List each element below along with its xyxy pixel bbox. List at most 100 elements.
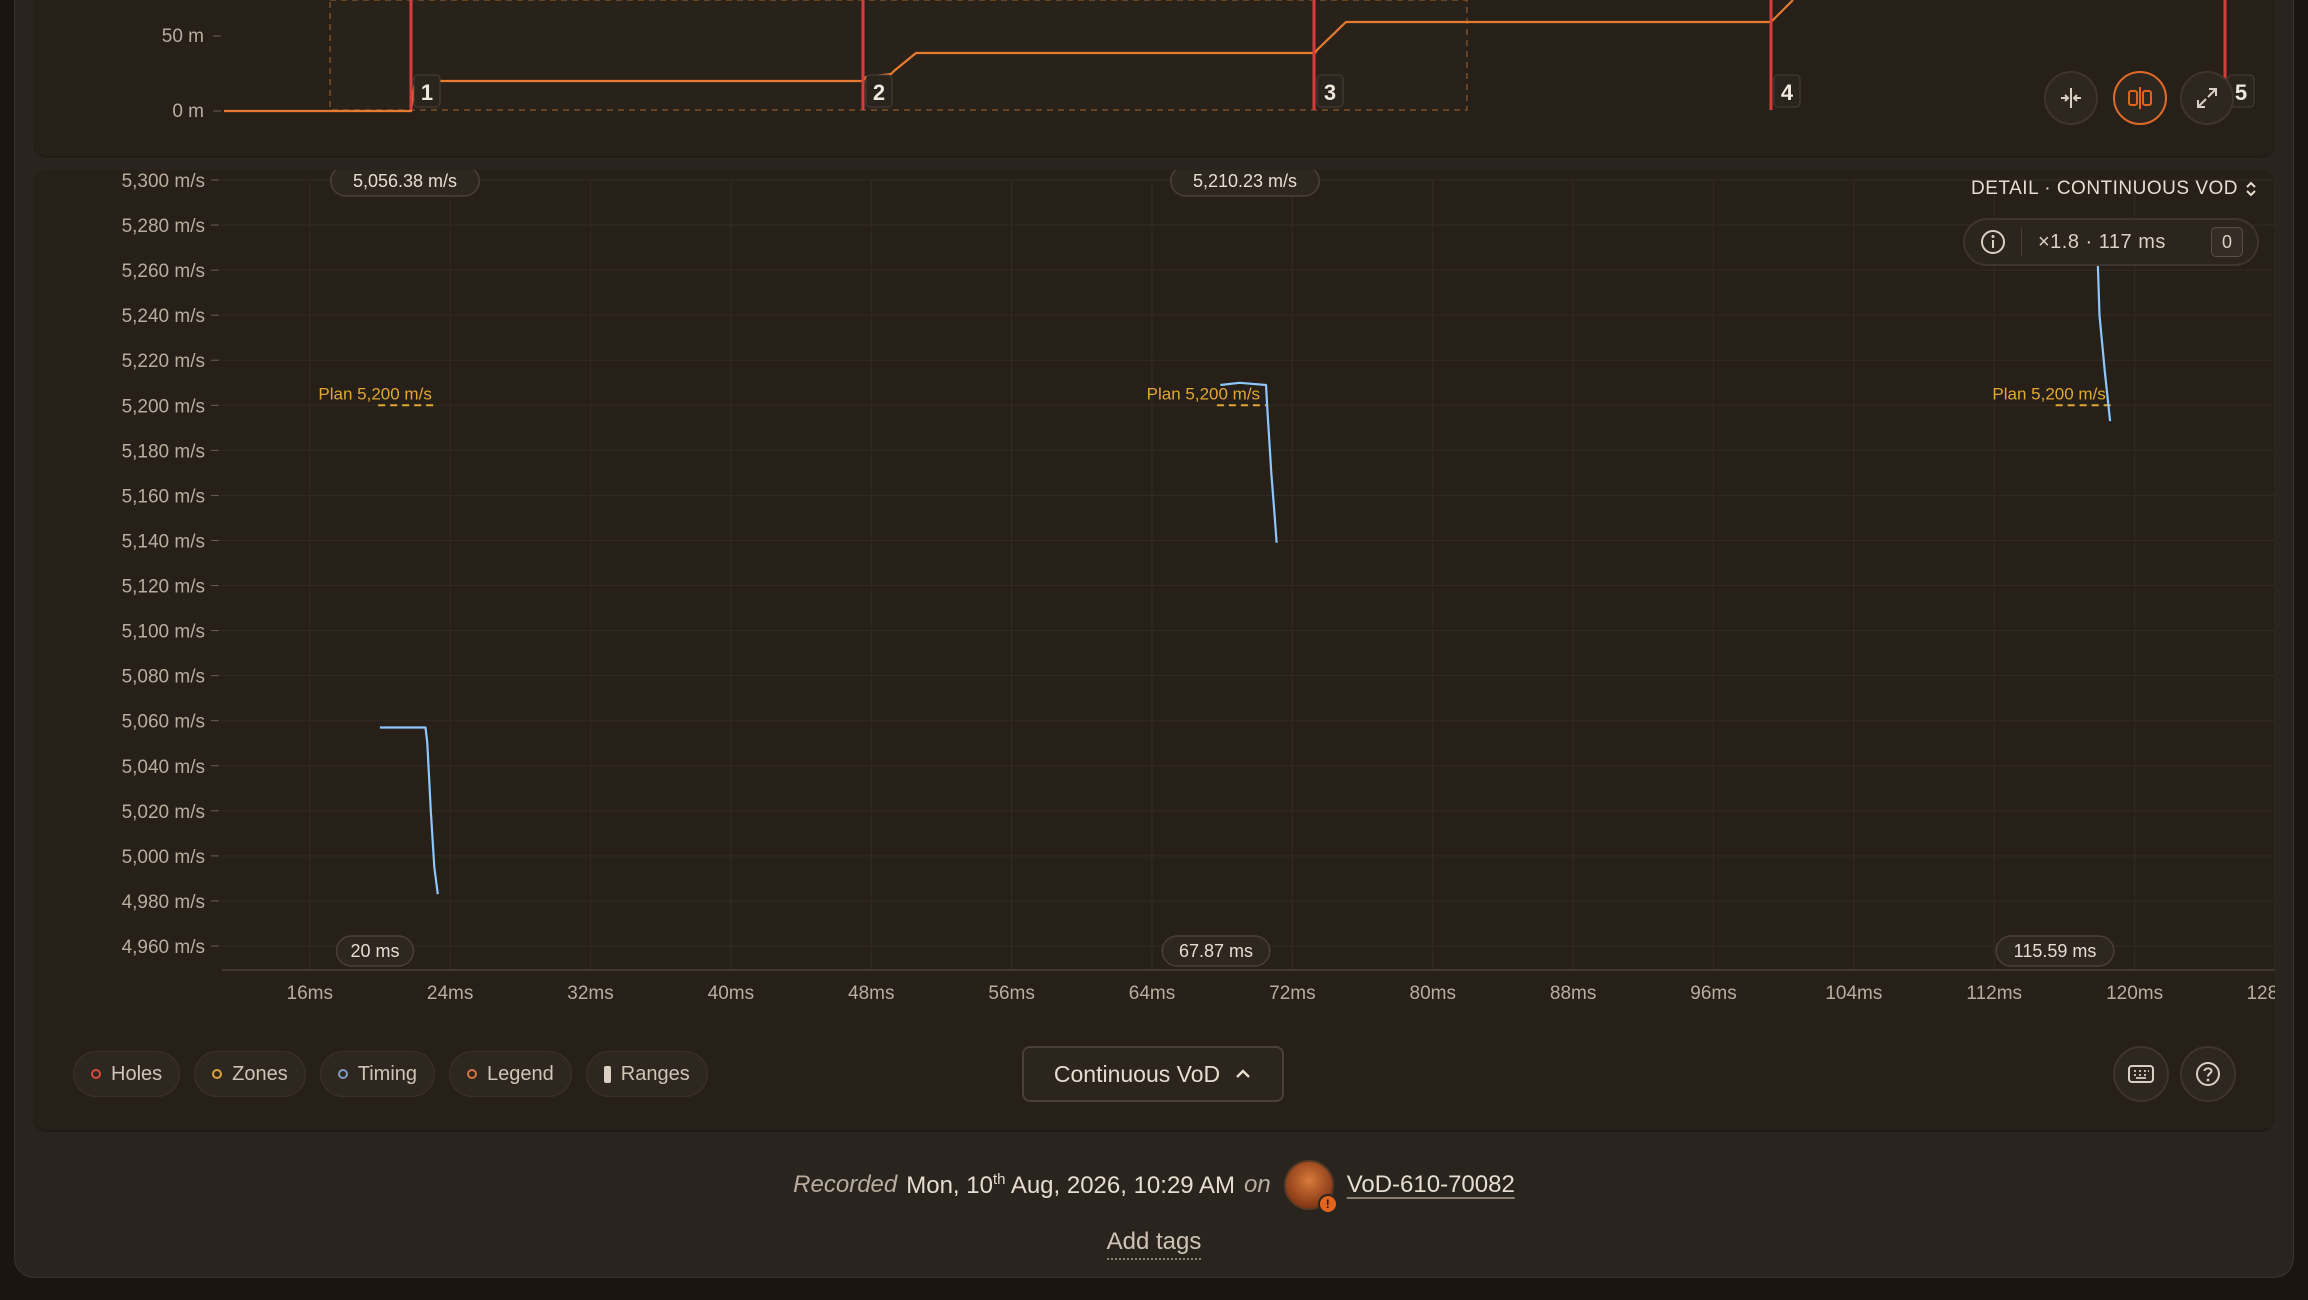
x-tick-label: 56ms [988,983,1034,1004]
y-tick-label: 5,160 m/s [122,486,205,507]
split-view-button[interactable] [2113,71,2167,125]
ranges-bar-icon [603,1065,611,1083]
x-tick-label: 88ms [1550,983,1596,1004]
x-tick-label: 64ms [1129,983,1175,1004]
center-icon [2061,88,2081,108]
detail-panel: 5,300 m/s 5,280 m/s 5,260 m/s 5,240 m/s 5,22… [33,165,2304,1130]
layer-toggles: Holes Zones Timing Legend Ranges [73,1051,708,1097]
date-rest: Aug, 2026, 10:29 AM [1010,1171,1235,1199]
keyboard-icon [2128,1065,2154,1083]
help-icon [2196,1062,2220,1086]
vod-detail-chart[interactable]: 5,300 m/s 5,280 m/s 5,260 m/s 5,240 m/s 5,22… [33,165,2304,1130]
y-tick-label: 5,260 m/s [122,261,205,282]
time-label-text: 67.87 ms [1179,941,1253,961]
warning-badge-icon: ! [1317,1194,1338,1214]
date-suffix: th [992,1170,1006,1188]
y-tick-label: 5,040 m/s [122,757,205,778]
y-tick-label: 5,060 m/s [122,712,205,733]
chevron-up-down-icon [2246,181,2256,197]
on-label: on [1243,1171,1271,1198]
overview-y-tick: 50 m [162,26,204,47]
plan-label: Plan 5,200 m/s [1992,384,2105,403]
x-tick-label: 120ms [2106,983,2163,1004]
x-tick-label: 104ms [1825,983,1882,1004]
overview-marker-label: 5 [2235,80,2247,105]
zoom-readout: ×1.8 · 117 ms [2038,230,2166,253]
chevron-up-icon [1236,1069,1250,1078]
mode-select-label: Continuous VoD [1053,1060,1221,1087]
readout-pill: ×1.8 · 117 ms 0 [1963,218,2259,266]
plan-label: Plan 5,200 m/s [318,384,431,403]
keyboard-shortcuts-button[interactable] [2113,1046,2169,1102]
overview-highlight-zone [330,0,1467,110]
toggle-label: Legend [487,1062,554,1085]
peak-label-text: 5,210.23 m/s [1193,171,1297,191]
y-tick-label: 5,000 m/s [122,847,205,868]
vod-trace-segment [1220,381,1278,543]
x-tick-label: 112ms [1966,983,2022,1004]
y-tick-label: 5,100 m/s [122,622,205,643]
x-tick-label: 24ms [427,983,473,1004]
x-tick-label: 128ms [2246,983,2275,1004]
expand-icon [2197,88,2217,108]
x-tick-label: 80ms [1410,983,1456,1004]
overview-chart[interactable]: 50 m 0 m 1 2 3 4 5 [33,0,2275,156]
y-tick-label: 5,240 m/s [122,306,205,327]
y-tick-label: 5,120 m/s [122,577,205,598]
y-tick-label: 5,080 m/s [122,667,205,688]
toggle-label: Ranges [620,1062,690,1085]
overview-marker-label: 3 [1324,80,1336,105]
y-tick-label: 5,020 m/s [122,802,205,823]
device-avatar[interactable]: ! [1283,1160,1338,1214]
help-button[interactable] [2180,1046,2236,1102]
toggle-label: Timing [357,1062,418,1085]
y-tick-label: 5,180 m/s [122,441,205,462]
count-badge: 0 [2211,227,2243,257]
plan-label: Plan 5,200 m/s [1147,384,1260,403]
toggle-timing[interactable]: Timing [319,1051,436,1097]
recording-footer: Recorded Mon, 10th Aug, 2026, 10:29 AM o… [0,1160,2308,1260]
toggle-label: Holes [111,1062,163,1085]
toggle-zones[interactable]: Zones [194,1051,306,1097]
x-tick-label: 48ms [848,983,894,1004]
toggle-legend[interactable]: Legend [449,1051,572,1097]
overview-panel: 50 m 0 m 1 2 3 4 5 [33,0,2275,156]
toggle-label: Zones [232,1062,288,1085]
recorded-date: Mon, 10th Aug, 2026, 10:29 AM [906,1171,1235,1200]
timing-dot-icon [337,1069,348,1079]
x-tick-label: 32ms [567,983,613,1004]
info-button[interactable] [1965,228,2022,256]
add-tags-link[interactable]: Add tags [1106,1228,1202,1260]
y-tick-label: 5,280 m/s [122,216,205,237]
zones-dot-icon [212,1069,223,1079]
x-tick-label: 72ms [1269,983,1315,1004]
y-tick-label: 4,980 m/s [122,892,205,913]
y-tick-label: 4,960 m/s [122,937,205,958]
time-label-text: 115.59 ms [2014,941,2097,961]
holes-dot-icon [91,1069,101,1079]
x-tick-label: 96ms [1690,983,1736,1004]
mode-select[interactable]: Continuous VoD [1022,1046,1284,1102]
y-tick-label: 5,300 m/s [122,171,205,192]
overview-y-tick: 0 m [172,101,204,122]
time-label-text: 20 ms [350,941,399,961]
device-link[interactable]: VoD-610-70082 [1347,1171,1515,1199]
y-tick-label: 5,140 m/s [122,531,205,552]
detail-mode-dropdown[interactable]: DETAIL · CONTINUOUS VOD [1971,178,2258,200]
info-icon [1981,230,2005,254]
y-tick-label: 5,220 m/s [122,351,205,372]
expand-button[interactable] [2180,71,2234,125]
x-tick-label: 40ms [708,983,754,1004]
date-day: Mon, 10 [906,1171,993,1199]
center-button[interactable] [2044,71,2098,125]
peak-label-text: 5,056.38 m/s [353,171,457,191]
detail-mode-label: DETAIL · CONTINUOUS VOD [1971,178,2238,199]
recorded-label: Recorded [793,1171,898,1198]
y-tick-label: 5,200 m/s [122,396,205,417]
overview-marker-label: 2 [873,80,885,105]
toggle-holes[interactable]: Holes [73,1051,181,1097]
x-tick-label: 16ms [287,983,333,1004]
legend-dot-icon [467,1069,478,1079]
toggle-ranges[interactable]: Ranges [585,1051,708,1097]
overview-marker-label: 1 [421,80,433,105]
